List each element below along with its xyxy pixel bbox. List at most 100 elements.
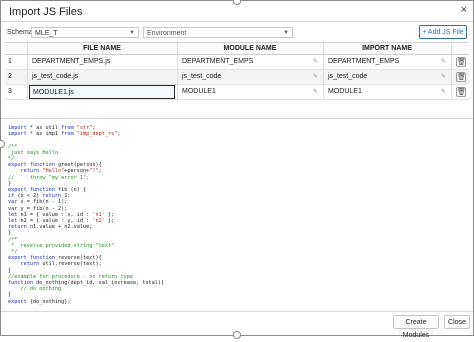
row-number: 2: [8, 73, 12, 80]
code-editor[interactable]: import * as util from "str"; import * as …: [8, 125, 164, 305]
import-name-cell[interactable]: DEPARTMENT_EMPS ✎: [325, 55, 449, 69]
file-name-cell[interactable]: DEPARTMENT_EMPS.js: [29, 55, 175, 69]
code-token: * reverse provided string "text": [8, 242, 115, 249]
import-js-dialog: Import JS Files × Schema MLE_T ▼ Environ…: [0, 0, 474, 339]
table-row[interactable]: 1 DEPARTMENT_EMPS.js DEPARTMENT_EMPS ✎ DE…: [5, 55, 469, 70]
code-token: return: [8, 224, 27, 231]
module-name-value: DEPARTMENT_EMPS: [182, 58, 254, 65]
close-button[interactable]: Close: [444, 315, 470, 329]
column-divider: [177, 42, 178, 100]
trash-icon[interactable]: 🗑: [456, 72, 466, 82]
code-token: "Hello": [42, 168, 65, 175]
file-name-header: FILE NAME: [27, 42, 177, 55]
code-token: "!": [89, 168, 99, 175]
pencil-icon: ✎: [440, 89, 446, 95]
module-name-value: js_test_code: [182, 73, 222, 80]
import-name-cell[interactable]: MODULE1 ✎: [325, 85, 449, 99]
code-token: y = fib(n - 2);: [17, 205, 68, 212]
code-token: 'n2': [92, 218, 105, 225]
code-token: // do nothing: [8, 286, 62, 293]
pencil-icon: ✎: [312, 89, 318, 95]
row-number: 3: [8, 88, 12, 95]
row-number: 1: [8, 58, 12, 65]
resize-handle-bottom[interactable]: [233, 331, 241, 339]
code-token: fib (n) {: [54, 187, 87, 194]
pencil-icon: ✎: [440, 74, 446, 80]
module-name-cell[interactable]: DEPARTMENT_EMPS ✎: [179, 55, 321, 69]
code-token: greet(person){: [54, 162, 102, 169]
pencil-icon: ✎: [312, 74, 318, 80]
schema-select[interactable]: MLE_T ▼: [31, 27, 139, 38]
code-token: /**: [8, 143, 18, 150]
row-number-header: [5, 42, 27, 55]
trash-icon[interactable]: 🗑: [456, 87, 466, 97]
code-token: }: [8, 180, 12, 187]
code-token: just says Hello: [8, 149, 58, 156]
splitter[interactable]: [1, 118, 473, 119]
code-token: }: [8, 230, 12, 237]
code-token: let: [8, 211, 18, 218]
code-token: //example for procedure - no return type: [8, 273, 133, 280]
code-token: +person+: [64, 168, 90, 175]
code-token: ;: [117, 131, 121, 138]
code-token: ;: [98, 168, 102, 175]
trash-icon[interactable]: 🗑: [456, 57, 466, 67]
code-token: */: [8, 249, 18, 256]
code-token: n1.value + n2.value;: [26, 224, 93, 231]
import-name-value: MODULE1: [328, 88, 362, 95]
code-token: */: [8, 156, 15, 163]
table-row[interactable]: 2 js_test_code.js js_test_code ✎ js_test_…: [5, 70, 469, 85]
code-token: }: [8, 292, 12, 299]
code-token: var: [8, 205, 18, 212]
schema-label: Schema: [7, 29, 33, 36]
code-token: export function: [8, 162, 55, 169]
import-name-value: DEPARTMENT_EMPS: [328, 58, 400, 65]
code-line: export {do_nothing};: [8, 299, 164, 305]
file-name-cell[interactable]: MODULE1.js: [29, 85, 175, 99]
add-js-file-button[interactable]: + Add JS File: [419, 25, 467, 39]
dialog-title: Import JS Files: [9, 6, 83, 18]
code-token: ;: [92, 125, 96, 131]
pencil-icon: ✎: [440, 59, 446, 65]
code-token: n1 = { value : x, id :: [17, 211, 93, 218]
code-token: import: [8, 125, 27, 131]
footer-divider: [1, 311, 473, 312]
code-token: export function: [8, 187, 55, 194]
module-name-value: MODULE1: [182, 88, 216, 95]
title-divider: [1, 21, 473, 22]
import-name-value: js_test_code: [328, 73, 368, 80]
code-token: };: [104, 218, 115, 225]
code-token: do_nothing(dept_id, sal_increase, total)…: [33, 280, 165, 287]
pencil-icon: ✎: [312, 59, 318, 65]
close-icon[interactable]: ×: [461, 4, 467, 16]
code-token: "str": [76, 125, 93, 131]
code-token: function: [8, 280, 33, 287]
module-name-cell[interactable]: js_test_code ✎: [179, 70, 321, 84]
code-token: var: [8, 199, 18, 206]
code-token: 1;: [61, 193, 71, 200]
code-token: import: [8, 131, 27, 138]
code-token: return: [20, 168, 40, 175]
code-token: n2 = { value : y, id :: [17, 218, 93, 225]
code-token: 'n1': [92, 211, 105, 218]
chevron-down-icon: ▼: [283, 30, 289, 36]
module-name-header: MODULE NAME: [177, 42, 323, 55]
code-token: reverse(text){: [54, 255, 102, 262]
code-token: };: [104, 211, 115, 218]
code-token: }: [8, 267, 12, 274]
environment-select[interactable]: Environment ▼: [143, 27, 293, 38]
code-token: (n < 2): [14, 193, 43, 200]
actions-header: [451, 42, 469, 55]
file-name-cell[interactable]: js_test_code.js: [29, 70, 175, 84]
code-token: let: [8, 218, 18, 225]
create-modules-button[interactable]: Create Modules: [393, 315, 439, 339]
module-name-cell[interactable]: MODULE1 ✎: [179, 85, 321, 99]
column-divider: [451, 42, 452, 100]
table-row[interactable]: 3 MODULE1.js MODULE1 ✎ MODULE1 ✎ 🗑: [5, 85, 469, 100]
code-token: "imp_dept_rs": [76, 131, 118, 138]
column-divider: [27, 42, 28, 100]
import-name-cell[interactable]: js_test_code ✎: [325, 70, 449, 84]
code-token: export function: [8, 255, 55, 262]
